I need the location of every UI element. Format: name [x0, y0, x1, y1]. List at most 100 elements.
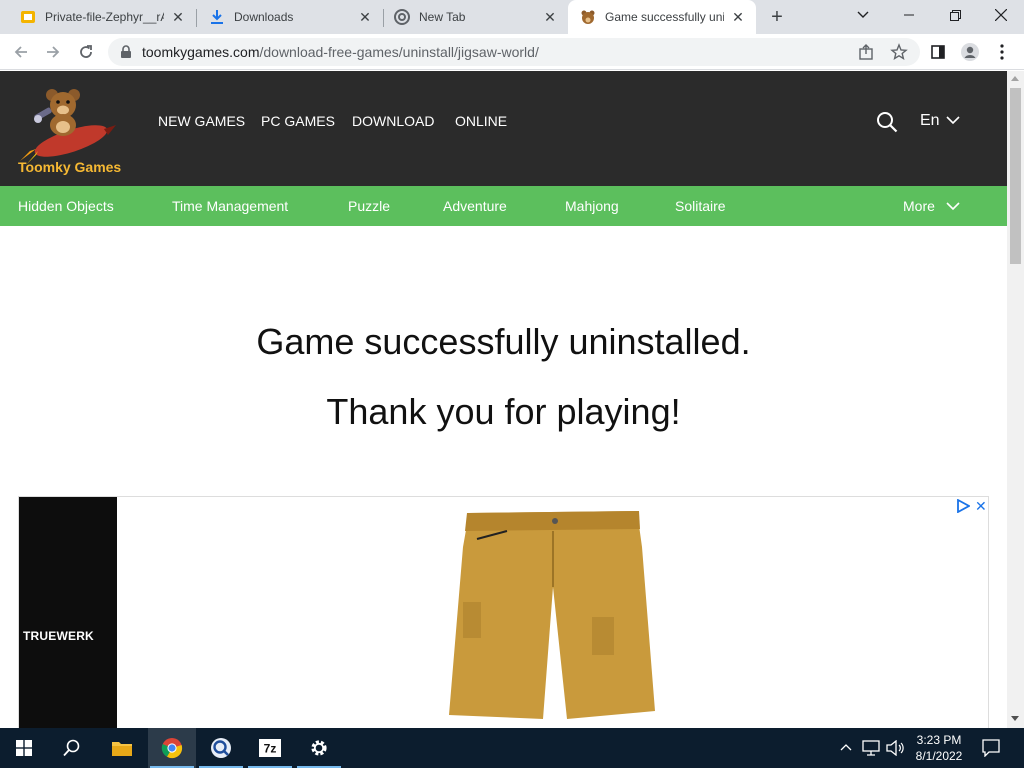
chrome-taskbar[interactable]: [148, 728, 196, 768]
scroll-down-arrow[interactable]: [1011, 716, 1019, 721]
page-scrollbar[interactable]: [1007, 71, 1024, 728]
search-icon[interactable]: [876, 111, 898, 133]
category-solitaire[interactable]: Solitaire: [675, 198, 726, 214]
category-bar: Hidden Objects Time Management Puzzle Ad…: [0, 186, 1007, 226]
side-panel-button[interactable]: [926, 40, 950, 64]
forward-button[interactable]: [41, 40, 65, 64]
tab-title: Game successfully unin: [605, 10, 724, 24]
url-domain: toomkygames.com: [142, 44, 260, 60]
bookmark-star-icon[interactable]: [890, 43, 908, 61]
browser-menu-button[interactable]: [990, 40, 1014, 64]
kebab-menu-icon: [1000, 44, 1004, 60]
chrome-icon: [394, 9, 410, 25]
category-puzzle[interactable]: Puzzle: [348, 198, 390, 214]
windows-logo-icon: [16, 740, 32, 756]
back-button[interactable]: [9, 40, 33, 64]
ad-choices-icon[interactable]: [956, 499, 970, 513]
network-icon[interactable]: [862, 740, 880, 756]
new-tab-button[interactable]: +: [766, 6, 788, 28]
clock-date: 8/1/2022: [915, 749, 963, 763]
category-more[interactable]: More: [903, 198, 935, 214]
close-tab-icon[interactable]: ✕: [730, 9, 746, 25]
ad-brand-name: TRUEWERK: [23, 629, 94, 643]
tab-new-tab[interactable]: New Tab ✕: [384, 0, 568, 34]
ad-brand-panel: TRUEWERK: [19, 497, 117, 728]
tab-downloads[interactable]: Downloads ✕: [197, 0, 383, 34]
close-tab-icon[interactable]: ✕: [170, 9, 186, 25]
chevron-down-icon[interactable]: [946, 116, 960, 125]
settings-taskbar[interactable]: [295, 728, 343, 768]
url-text: toomkygames.com/download-free-games/unin…: [142, 44, 539, 60]
chevron-down-icon[interactable]: [946, 202, 960, 211]
close-icon: [995, 9, 1007, 21]
windows-taskbar: 7z 3:23 PM 8/1/2022: [0, 728, 1024, 768]
restore-icon: [949, 9, 961, 21]
taskbar-clock[interactable]: 3:23 PM 8/1/2022: [912, 732, 966, 764]
scroll-up-arrow[interactable]: [1011, 76, 1019, 81]
start-button[interactable]: [0, 728, 48, 768]
tab-title: Private-file-Zephyr__rA: [45, 10, 164, 24]
category-adventure[interactable]: Adventure: [443, 198, 507, 214]
tab-private-file[interactable]: Private-file-Zephyr__rA ✕: [0, 0, 196, 34]
scrollbar-thumb[interactable]: [1010, 88, 1021, 264]
uninstall-success-heading: Game successfully uninstalled.: [256, 321, 751, 362]
language-selector[interactable]: En: [920, 112, 940, 130]
side-panel-icon: [931, 45, 945, 59]
category-mahjong[interactable]: Mahjong: [565, 198, 619, 214]
tab-title: Downloads: [234, 10, 294, 24]
tab-title: New Tab: [419, 10, 466, 24]
minimize-icon: [904, 14, 914, 16]
arrow-right-icon: [47, 46, 60, 58]
folder-icon: [112, 742, 132, 756]
reload-icon: [80, 45, 92, 58]
minimize-button[interactable]: [886, 0, 932, 30]
tab-search-button[interactable]: [840, 0, 886, 30]
thank-you-message: Thank you for playing!: [326, 391, 681, 432]
download-icon: [211, 10, 223, 24]
lock-icon: [121, 45, 131, 58]
chevron-up-icon[interactable]: [840, 743, 852, 751]
taskbar-search-button[interactable]: [48, 728, 96, 768]
file-explorer-taskbar[interactable]: [98, 728, 146, 768]
logo-text[interactable]: Toomky Games: [18, 159, 121, 175]
volume-icon[interactable]: [886, 740, 904, 756]
restore-button[interactable]: [932, 0, 978, 30]
nav-online[interactable]: ONLINE: [455, 113, 507, 129]
nav-download[interactable]: DOWNLOAD: [352, 113, 434, 129]
teddy-bear-favicon-icon: [581, 10, 595, 24]
close-window-button[interactable]: [978, 0, 1024, 30]
magnifier-app-icon: [211, 738, 231, 758]
advertisement-banner[interactable]: TRUEWERK ✕: [18, 496, 989, 728]
slides-file-icon: [21, 11, 35, 23]
close-tab-icon[interactable]: ✕: [357, 9, 373, 25]
search-icon: [63, 739, 80, 757]
gear-icon: [311, 740, 327, 756]
avatar-icon: [961, 43, 979, 61]
share-icon[interactable]: [858, 43, 876, 61]
reload-button[interactable]: [74, 40, 98, 64]
svg-text:7z: 7z: [264, 742, 277, 756]
7zip-taskbar[interactable]: 7z: [246, 728, 294, 768]
browser-tab-strip: Private-file-Zephyr__rA ✕ Downloads ✕ Ne…: [0, 0, 1024, 34]
url-path: /download-free-games/uninstall/jigsaw-wo…: [259, 44, 539, 60]
category-hidden-objects[interactable]: Hidden Objects: [18, 198, 114, 214]
tab-game-uninstalled[interactable]: Game successfully unin ✕: [568, 0, 756, 34]
browser-toolbar: toomkygames.com/download-free-games/unin…: [0, 34, 1024, 70]
app-taskbar-q[interactable]: [197, 728, 245, 768]
site-header: Toomky Games NEW GAMES PC GAMES DOWNLOAD…: [0, 71, 1007, 186]
address-bar[interactable]: toomkygames.com/download-free-games/unin…: [108, 38, 920, 66]
web-page: Toomky Games NEW GAMES PC GAMES DOWNLOAD…: [0, 71, 1007, 728]
nav-pc-games[interactable]: PC GAMES: [261, 113, 335, 129]
nav-new-games[interactable]: NEW GAMES: [158, 113, 245, 129]
chrome-icon: [161, 738, 183, 759]
7zip-icon: 7z: [259, 739, 281, 757]
notification-icon[interactable]: [982, 739, 1000, 757]
close-tab-icon[interactable]: ✕: [542, 9, 558, 25]
profile-button[interactable]: [958, 40, 982, 64]
chevron-down-icon: [857, 11, 869, 18]
clock-time: 3:23 PM: [916, 733, 962, 747]
ad-close-button[interactable]: ✕: [975, 498, 987, 515]
arrow-left-icon: [14, 46, 27, 58]
shorts-product-image: [449, 511, 655, 719]
category-time-management[interactable]: Time Management: [172, 198, 288, 214]
